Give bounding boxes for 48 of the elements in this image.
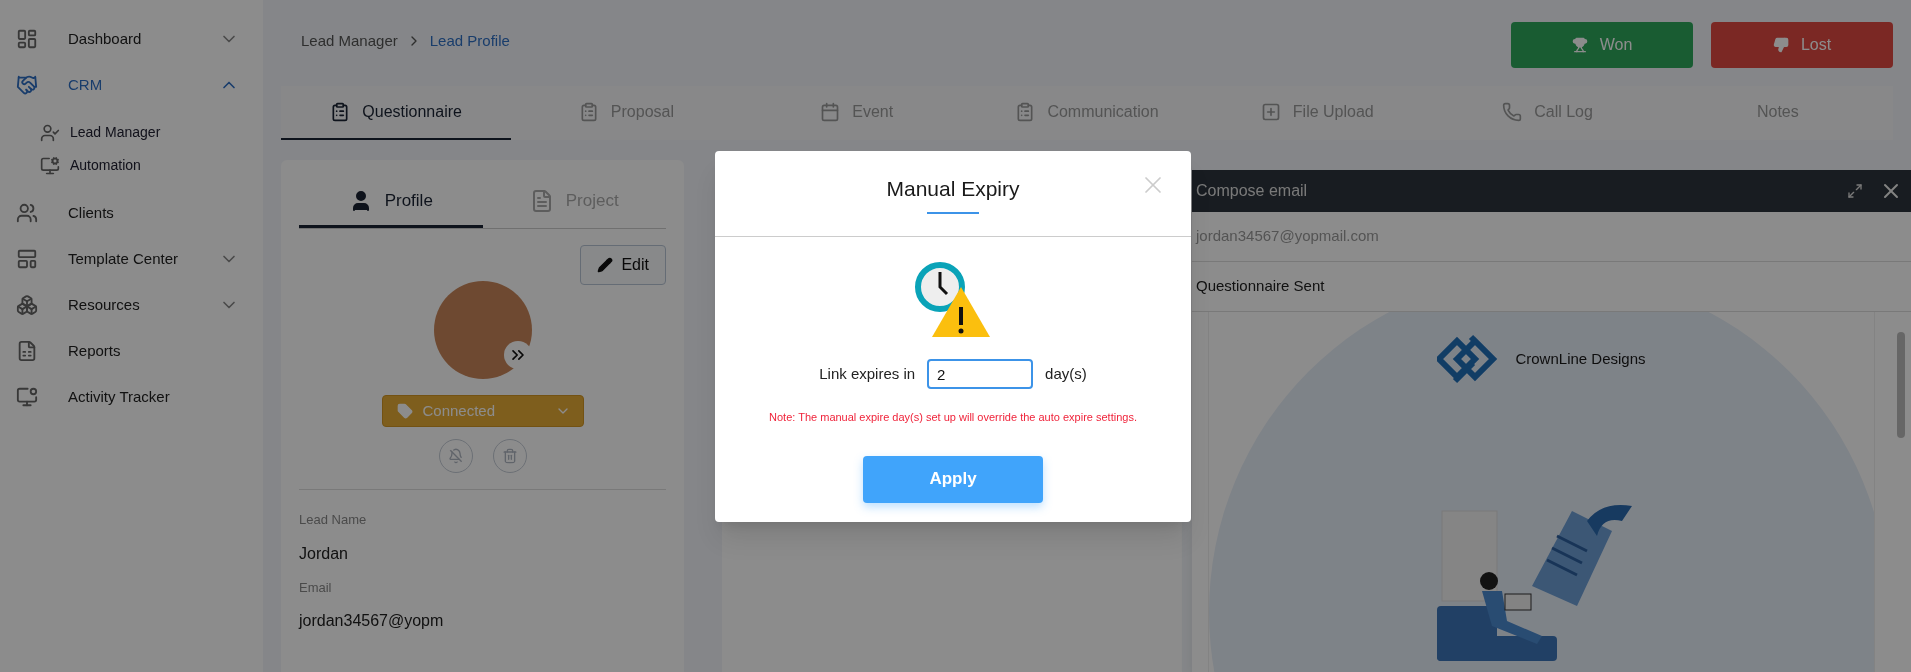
breadcrumb-link[interactable]: Lead Profile	[429, 30, 510, 53]
monitor-icon	[16, 386, 38, 408]
tab[interactable]: Questionnaire	[281, 86, 512, 140]
sidebar-item[interactable]: Dashboard	[0, 16, 263, 62]
note-text: Note: The manual expire day(s) set up will override the auto expire settings.	[769, 410, 1137, 425]
days-unit: day(s)	[1045, 363, 1087, 384]
days-input[interactable]: 2	[927, 359, 1034, 389]
trash-icon[interactable]	[492, 439, 527, 473]
modal-title: Manual Expiry	[886, 175, 1020, 202]
maximize-icon[interactable]	[1847, 183, 1863, 199]
sidebar-item[interactable]: Activity Tracker	[0, 374, 263, 420]
calendar-icon	[820, 102, 841, 122]
field-value: Jordan	[299, 543, 349, 564]
breadcrumb-link[interactable]: Lead Manager	[301, 30, 398, 53]
phone-icon	[1502, 102, 1523, 122]
field-value: jordan34567@yopm	[299, 611, 445, 631]
template-icon	[16, 248, 38, 270]
dashboard-icon	[16, 28, 38, 50]
edit-button[interactable]: Edit	[580, 245, 666, 285]
sidebar-item[interactable]: Resources	[0, 282, 263, 328]
expiry-label: Link expires in	[819, 363, 916, 384]
profile-tab[interactable]: Profile	[299, 176, 483, 228]
clock-warning-icon	[914, 261, 992, 339]
trophy-icon	[1571, 37, 1588, 53]
field-label: Email	[299, 578, 333, 597]
thumbs-down-icon	[1772, 37, 1789, 53]
sidebar-subitem[interactable]: Automation	[0, 149, 263, 182]
sidebar-item[interactable]: CRM	[0, 62, 263, 108]
plus-square-icon	[1260, 102, 1281, 122]
clipboard-icon	[330, 102, 351, 122]
field-label: Lead Name	[299, 511, 368, 529]
brand-name: CrownLine Designs	[1515, 348, 1646, 369]
sidebar-item[interactable]: Template Center	[0, 236, 263, 282]
apply-button[interactable]: Apply	[863, 455, 1043, 503]
won-button[interactable]: Won	[1511, 22, 1693, 68]
person-check-icon	[40, 122, 60, 143]
people-icon	[16, 202, 38, 224]
scrollbar-thumb[interactable]	[1897, 332, 1905, 438]
clipboard-icon	[1015, 102, 1036, 122]
handshake-icon	[16, 74, 38, 96]
pencil-icon	[597, 257, 614, 273]
monitor-gear-icon	[40, 155, 60, 176]
sidebar-item[interactable]: Reports	[0, 328, 263, 374]
recipient-field[interactable]: jordan34567@yopmail.com	[1192, 212, 1911, 262]
lost-button[interactable]: Lost	[1711, 22, 1893, 68]
sidebar-item[interactable]: Clients	[0, 190, 263, 236]
sidebar-subitem[interactable]: Lead Manager	[0, 116, 263, 149]
compose-title: Compose email	[1196, 181, 1309, 201]
